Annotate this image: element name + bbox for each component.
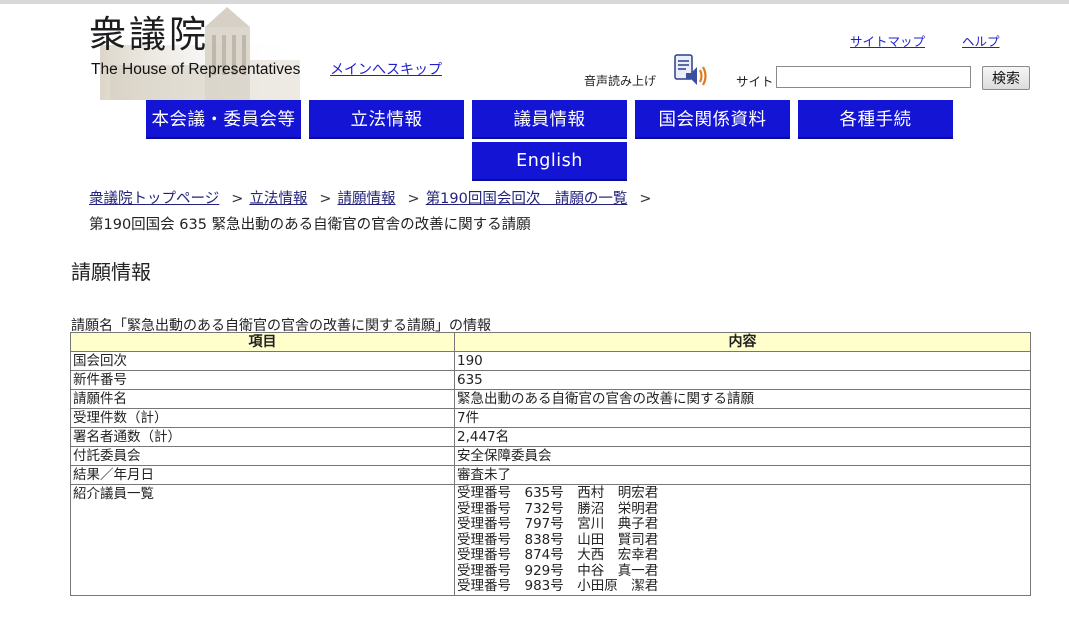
nav-english[interactable]: English <box>472 142 627 181</box>
row-value: 190 <box>454 351 1031 371</box>
row-value: 安全保障委員会 <box>454 446 1031 466</box>
introducers-list: 受理番号 635号 西村 明宏君 受理番号 732号 勝沼 栄明君 受理番号 7… <box>454 484 1031 596</box>
table-row: 結果／年月日 審査未了 <box>70 465 1031 485</box>
breadcrumb-separator: > <box>319 191 332 207</box>
nav-legislation[interactable]: 立法情報 <box>309 100 464 139</box>
row-label: 国会回次 <box>70 351 455 371</box>
breadcrumb-separator: > <box>231 191 244 207</box>
table-row: 受理件数（計） 7件 <box>70 408 1031 428</box>
breadcrumb-separator: > <box>639 191 652 207</box>
table-row: 国会回次 190 <box>70 351 1031 371</box>
row-label: 受理件数（計） <box>70 408 455 428</box>
breadcrumb: 衆議院トップページ > 立法情報 > 請願情報 > 第190回国会回次 請願の一覧 > <box>89 187 658 208</box>
logo-english: The House of Representatives <box>91 61 301 78</box>
table-row-introducers: 紹介議員一覧 受理番号 635号 西村 明宏君 受理番号 732号 勝沼 栄明君… <box>70 484 1031 596</box>
row-label: 付託委員会 <box>70 446 455 466</box>
table-header-row: 項目 内容 <box>70 332 1031 352</box>
logo-kanji: 衆議院 <box>89 13 209 56</box>
breadcrumb-separator: > <box>407 191 420 207</box>
introducer-entry: 受理番号 929号 中谷 真一君 <box>457 562 659 579</box>
introducer-entry: 受理番号 838号 山田 賢司君 <box>457 531 659 548</box>
petition-info-table: 項目 内容 国会回次 190 新件番号 635 請願件名 緊急出動のある自衛官の… <box>70 332 1031 596</box>
top-border <box>0 0 1069 4</box>
row-label: 紹介議員一覧 <box>70 484 455 596</box>
header-content: 内容 <box>454 332 1031 352</box>
introducer-entry: 受理番号 874号 大西 宏幸君 <box>457 547 659 563</box>
nav-plenary-committees[interactable]: 本会議・委員会等 <box>146 100 301 139</box>
row-value: 7件 <box>454 408 1031 428</box>
row-value: 635 <box>454 370 1031 390</box>
row-value: 緊急出動のある自衛官の官舎の改善に関する請願 <box>454 389 1031 409</box>
row-label: 署名者通数（計） <box>70 427 455 447</box>
help-link[interactable]: ヘルプ <box>962 31 1000 50</box>
nav-procedures[interactable]: 各種手続 <box>798 100 953 139</box>
breadcrumb-petitions[interactable]: 請願情報 <box>338 191 396 207</box>
breadcrumb-current: 第190回国会 635 緊急出動のある自衛官の官舎の改善に関する請願 <box>89 217 531 233</box>
nav-diet-materials[interactable]: 国会関係資料 <box>635 100 790 139</box>
search-input[interactable] <box>776 66 971 88</box>
introducer-entry: 受理番号 983号 小田原 潔君 <box>457 578 659 594</box>
breadcrumb-legislation[interactable]: 立法情報 <box>249 191 307 207</box>
row-label: 新件番号 <box>70 370 455 390</box>
breadcrumb-petition-list[interactable]: 第190回国会回次 請願の一覧 <box>426 191 628 207</box>
introducer-entry: 受理番号 635号 西村 明宏君 <box>457 485 659 501</box>
row-label: 請願件名 <box>70 389 455 409</box>
row-label: 結果／年月日 <box>70 465 455 485</box>
introducer-entry: 受理番号 732号 勝沼 栄明君 <box>457 500 659 517</box>
table-row: 署名者通数（計） 2,447名 <box>70 427 1031 447</box>
row-value: 2,447名 <box>454 427 1031 447</box>
search-button[interactable]: 検索 <box>982 66 1030 90</box>
row-value: 審査未了 <box>454 465 1031 485</box>
breadcrumb-top-page[interactable]: 衆議院トップページ <box>89 191 219 207</box>
skip-to-main-link[interactable]: メインへスキップ <box>330 59 442 79</box>
introducer-entry: 受理番号 797号 宮川 典子君 <box>457 516 659 532</box>
voice-readout-label[interactable]: 音声読み上げ <box>584 72 656 89</box>
site-search-label: サイト <box>736 74 774 89</box>
header-item: 項目 <box>70 332 455 352</box>
table-row: 付託委員会 安全保障委員会 <box>70 446 1031 466</box>
page-title: 請願情報 <box>71 260 151 284</box>
nav-members[interactable]: 議員情報 <box>472 100 627 139</box>
table-row: 請願件名 緊急出動のある自衛官の官舎の改善に関する請願 <box>70 389 1031 409</box>
table-row: 新件番号 635 <box>70 370 1031 390</box>
speaker-document-icon[interactable] <box>672 53 708 87</box>
sitemap-link[interactable]: サイトマップ <box>850 31 925 50</box>
